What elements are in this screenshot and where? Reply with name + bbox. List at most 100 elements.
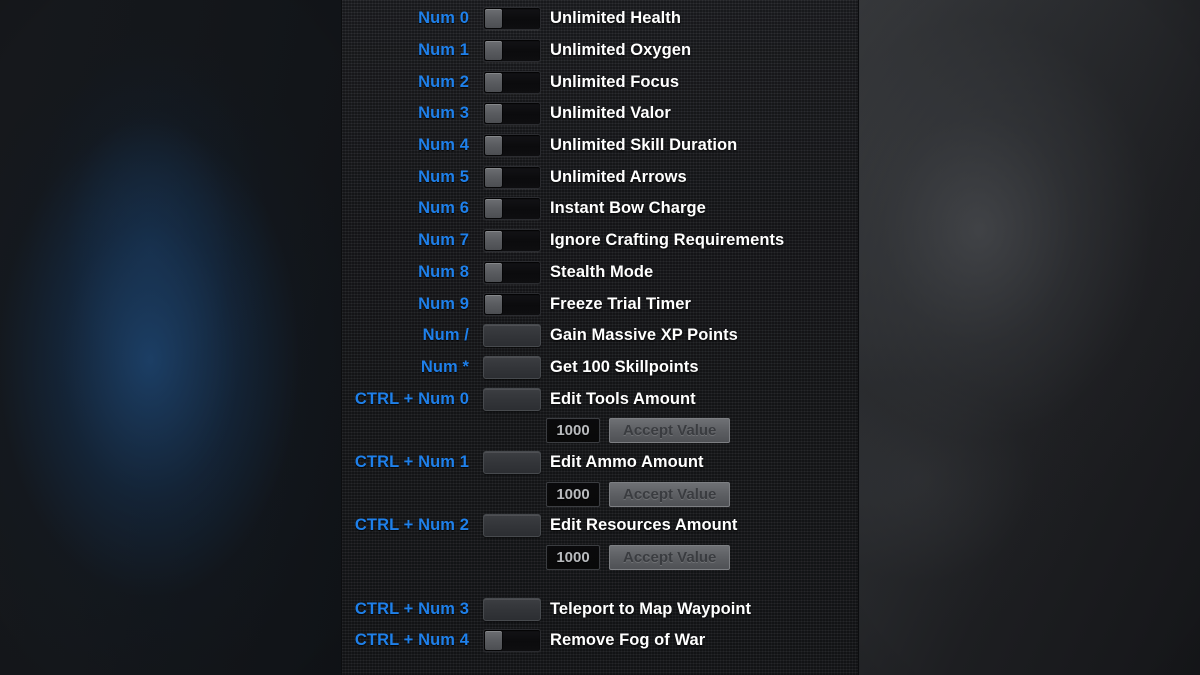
- cheat-control-cell: [478, 71, 546, 94]
- toggle-switch[interactable]: [483, 229, 541, 252]
- cheat-label: Stealth Mode: [546, 263, 858, 282]
- cheat-control-cell: [478, 514, 546, 537]
- cheat-control-cell: [478, 197, 546, 220]
- hotkey-label: Num 0: [342, 9, 478, 28]
- cheat-label: Teleport to Map Waypoint: [546, 600, 858, 619]
- cheat-control-cell: [478, 388, 546, 411]
- cheat-control-cell: [478, 39, 546, 62]
- toggle-knob[interactable]: [485, 9, 502, 28]
- cheat-control-cell: [478, 261, 546, 284]
- hotkey-label: CTRL + Num 1: [342, 453, 478, 472]
- hotkey-label: Num 7: [342, 231, 478, 250]
- toggle-switch[interactable]: [483, 7, 541, 30]
- cheat-label: Edit Tools Amount: [546, 390, 858, 409]
- cheat-control-cell: [478, 324, 546, 347]
- hotkey-label: Num 2: [342, 73, 478, 92]
- toggle-switch[interactable]: [483, 102, 541, 125]
- toggle-knob[interactable]: [485, 631, 502, 650]
- value-editor-row: 1000 Accept Value: [342, 542, 858, 574]
- accept-value-button[interactable]: Accept Value: [609, 482, 730, 507]
- action-button[interactable]: [483, 598, 541, 621]
- cheat-label: Unlimited Oxygen: [546, 41, 858, 60]
- cheat-row: CTRL + Num 2 Edit Resources Amount: [342, 510, 858, 542]
- toggle-knob[interactable]: [485, 104, 502, 123]
- toggle-switch[interactable]: [483, 39, 541, 62]
- action-button[interactable]: [483, 356, 541, 379]
- hotkey-label: CTRL + Num 3: [342, 600, 478, 619]
- cheat-option-list: Num 0 Unlimited Health Num 1 Unlimited Oxyg…: [342, 3, 858, 657]
- accept-value-button[interactable]: Accept Value: [609, 418, 730, 443]
- hotkey-label: Num 3: [342, 104, 478, 123]
- value-input[interactable]: 1000: [546, 418, 600, 443]
- hotkey-label: CTRL + Num 0: [342, 390, 478, 409]
- cheat-row: Num 3Unlimited Valor: [342, 98, 858, 130]
- cheat-control-cell: [478, 629, 546, 652]
- cheat-row: Num /Gain Massive XP Points: [342, 320, 858, 352]
- cheat-label: Unlimited Focus: [546, 73, 858, 92]
- hotkey-label: CTRL + Num 2: [342, 516, 478, 535]
- toggle-knob[interactable]: [485, 168, 502, 187]
- toggle-knob[interactable]: [485, 231, 502, 250]
- cheat-row: Num 0 Unlimited Health: [342, 3, 858, 35]
- cheat-label: Unlimited Health: [546, 9, 858, 28]
- action-button[interactable]: [483, 388, 541, 411]
- cheat-row: Num 6Instant Bow Charge: [342, 193, 858, 225]
- toggle-knob[interactable]: [485, 41, 502, 60]
- value-editor-row: 1000 Accept Value: [342, 478, 858, 510]
- background-left-glow: [0, 0, 341, 675]
- hotkey-label: Num 1: [342, 41, 478, 60]
- cheat-label: Ignore Crafting Requirements: [546, 231, 858, 250]
- action-button[interactable]: [483, 324, 541, 347]
- toggle-knob[interactable]: [485, 199, 502, 218]
- cheat-control-cell: [478, 598, 546, 621]
- hotkey-label: Num 9: [342, 295, 478, 314]
- cheat-label: Unlimited Arrows: [546, 168, 858, 187]
- cheat-label: Unlimited Skill Duration: [546, 136, 858, 155]
- action-button[interactable]: [483, 514, 541, 537]
- trainer-screen: Num 0 Unlimited Health Num 1 Unlimited Oxyg…: [0, 0, 1200, 675]
- background-right-glow: [859, 0, 1200, 675]
- hotkey-label: Num 8: [342, 263, 478, 282]
- value-editor-row: 1000 Accept Value: [342, 415, 858, 447]
- cheat-label: Remove Fog of War: [546, 631, 858, 650]
- toggle-switch[interactable]: [483, 71, 541, 94]
- cheat-row: Num 4 Unlimited Skill Duration: [342, 130, 858, 162]
- cheat-row: Num 9 Freeze Trial Timer: [342, 288, 858, 320]
- cheat-row: Num *Get 100 Skillpoints: [342, 352, 858, 384]
- cheat-label: Edit Ammo Amount: [546, 453, 858, 472]
- value-input[interactable]: 1000: [546, 482, 600, 507]
- cheat-row: CTRL + Num 1 Edit Ammo Amount: [342, 447, 858, 479]
- cheat-control-cell: [478, 166, 546, 189]
- hotkey-label: Num 5: [342, 168, 478, 187]
- toggle-switch[interactable]: [483, 293, 541, 316]
- toggle-switch[interactable]: [483, 166, 541, 189]
- hotkey-label: CTRL + Num 4: [342, 631, 478, 650]
- cheat-label: Gain Massive XP Points: [546, 326, 858, 345]
- cheat-row: Num 2 Unlimited Focus: [342, 66, 858, 98]
- toggle-switch[interactable]: [483, 134, 541, 157]
- toggle-switch[interactable]: [483, 629, 541, 652]
- trainer-panel: Num 0 Unlimited Health Num 1 Unlimited Oxyg…: [341, 0, 859, 675]
- action-button[interactable]: [483, 451, 541, 474]
- toggle-switch[interactable]: [483, 261, 541, 284]
- cheat-row: Num 5 Unlimited Arrows: [342, 161, 858, 193]
- cheat-row: Num 7 Ignore Crafting Requirements: [342, 225, 858, 257]
- toggle-knob[interactable]: [485, 295, 502, 314]
- value-input[interactable]: 1000: [546, 545, 600, 570]
- cheat-control-cell: [478, 451, 546, 474]
- hotkey-label: Num *: [342, 358, 478, 377]
- cheat-label: Freeze Trial Timer: [546, 295, 858, 314]
- hotkey-label: Num 4: [342, 136, 478, 155]
- cheat-control-cell: [478, 293, 546, 316]
- cheat-row: Num 8 Stealth Mode: [342, 257, 858, 289]
- cheat-control-cell: [478, 102, 546, 125]
- toggle-knob[interactable]: [485, 73, 502, 92]
- toggle-switch[interactable]: [483, 197, 541, 220]
- hotkey-label: Num 6: [342, 199, 478, 218]
- cheat-label: Edit Resources Amount: [546, 516, 858, 535]
- accept-value-button[interactable]: Accept Value: [609, 545, 730, 570]
- toggle-knob[interactable]: [485, 263, 502, 282]
- cheat-control-cell: [478, 356, 546, 379]
- toggle-knob[interactable]: [485, 136, 502, 155]
- cheat-control-cell: [478, 229, 546, 252]
